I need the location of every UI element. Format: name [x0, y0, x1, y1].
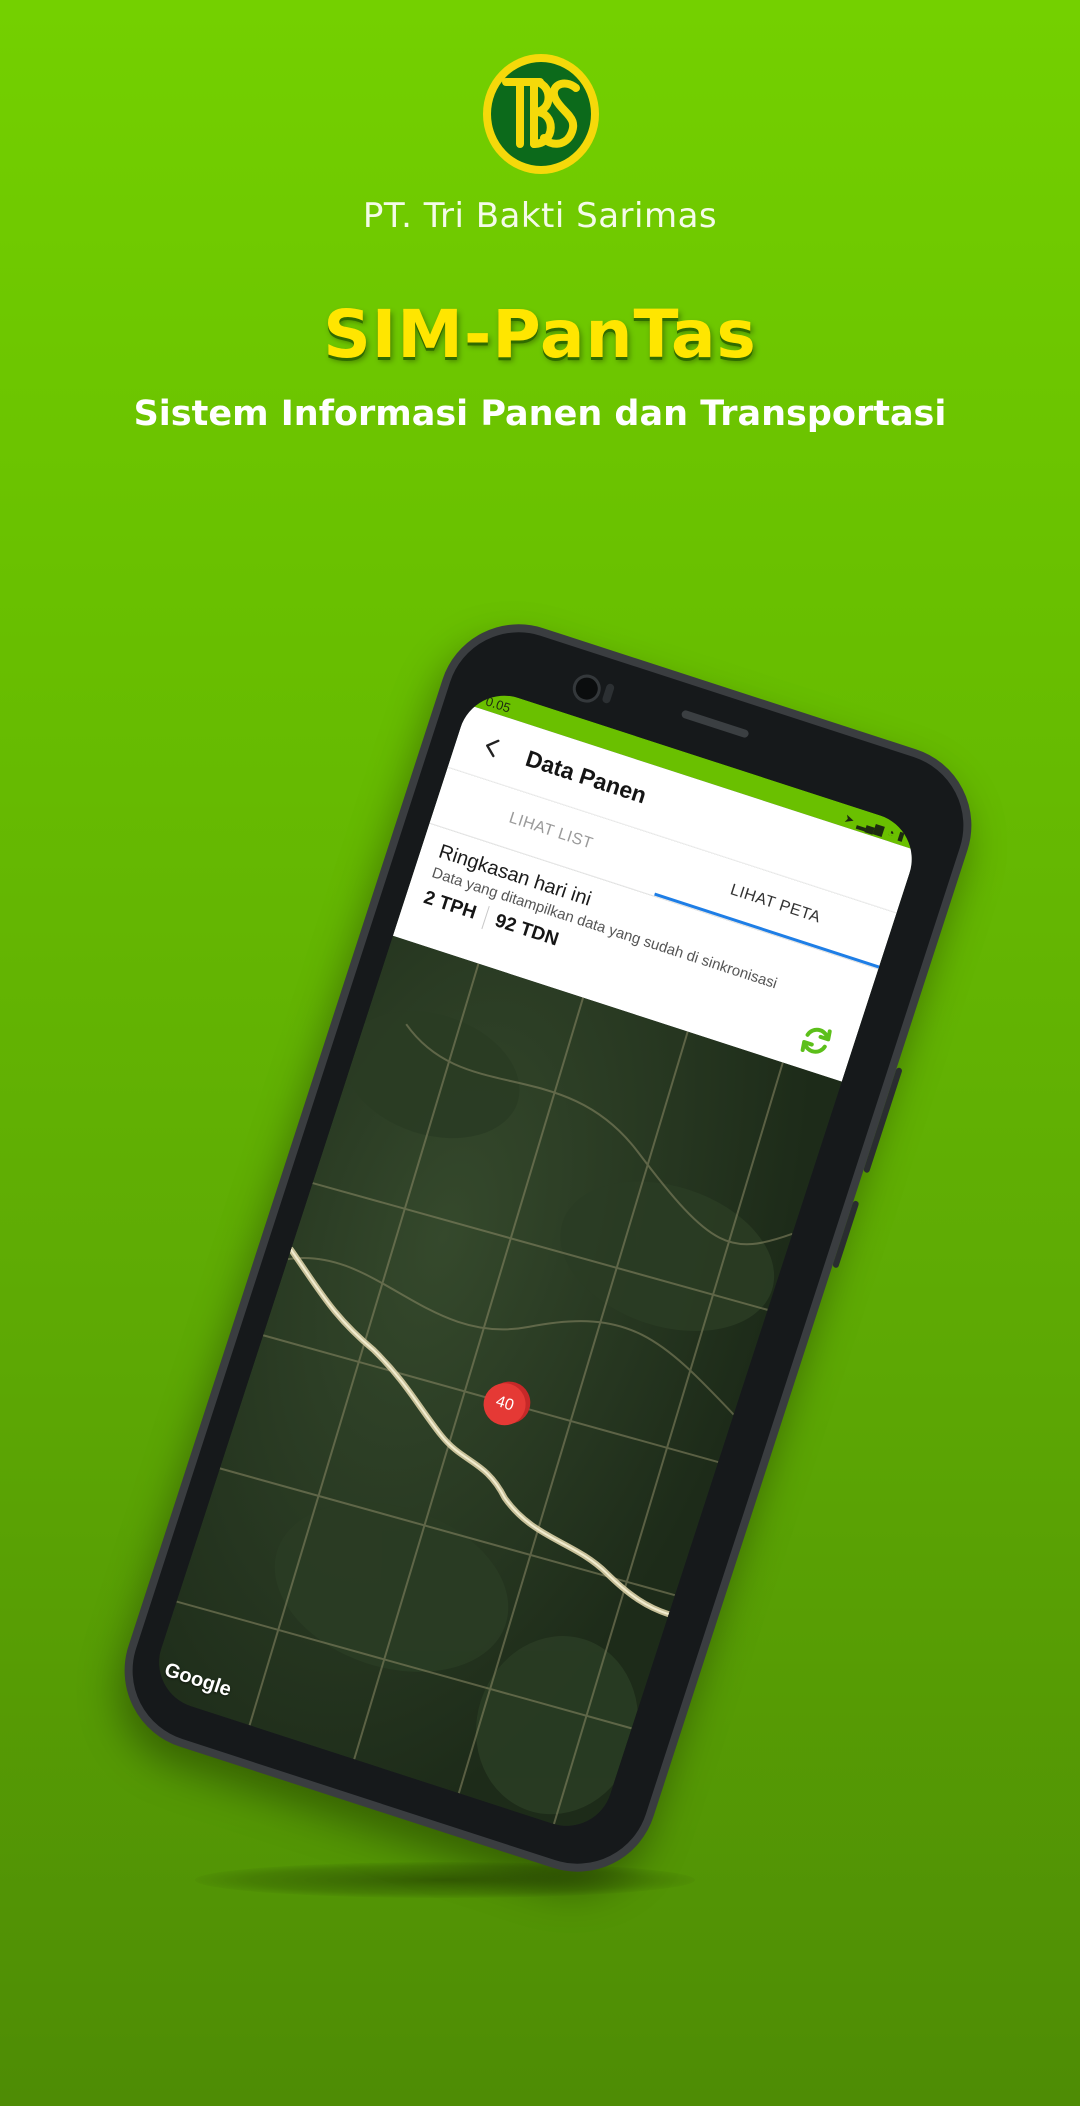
- wifi-icon: ◔: [885, 824, 897, 840]
- app-subtitle: Sistem Informasi Panen dan Transportasi: [133, 394, 947, 434]
- company-name: PT. Tri Bakti Sarimas: [362, 196, 718, 236]
- camera-icon: [569, 670, 605, 707]
- arrow-left-icon[interactable]: [469, 724, 514, 769]
- company-logo: [483, 54, 599, 174]
- phone-screen: 0.05 ➤ ▂▄▆ ◔ ▮ Data Panen LIHAT LIST LIH…: [147, 683, 924, 1838]
- sensor-icon: [601, 682, 616, 705]
- stat-divider: [481, 905, 490, 930]
- location-icon: ➤: [842, 810, 857, 827]
- app-title: SIM-PanTas: [323, 296, 757, 373]
- volume-button: [832, 1200, 860, 1269]
- earpiece: [680, 709, 750, 739]
- phone-mockup: 0.05 ➤ ▂▄▆ ◔ ▮ Data Panen LIHAT LIST LIH…: [103, 603, 993, 1893]
- power-button: [863, 1066, 903, 1174]
- satellite-map[interactable]: 40 Google: [147, 935, 842, 1838]
- phone-shadow: [195, 1862, 695, 1898]
- battery-icon: ▮: [896, 827, 907, 844]
